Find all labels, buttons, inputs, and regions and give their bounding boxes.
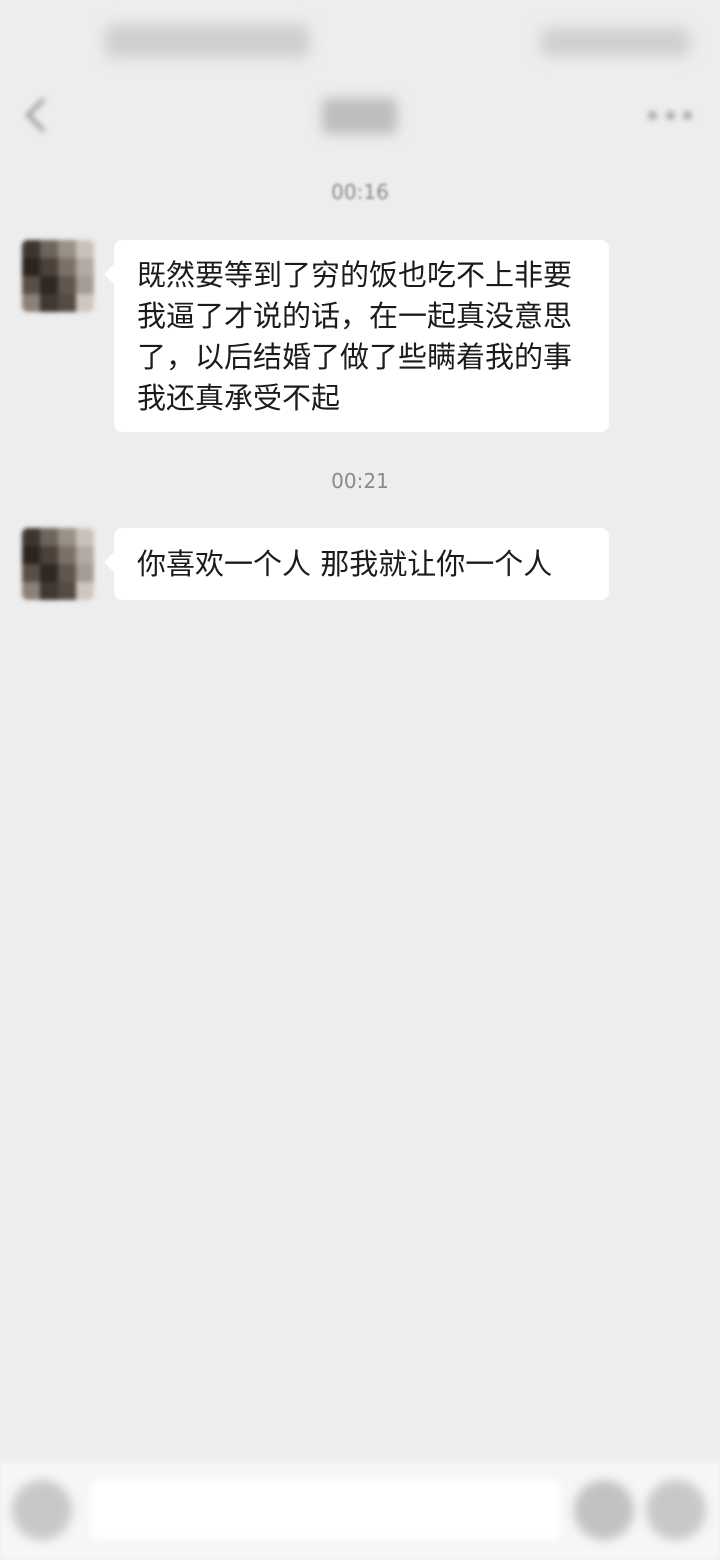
message-timestamp: 00:21	[331, 469, 389, 493]
status-bar-left-blurred	[105, 24, 310, 58]
avatar[interactable]	[22, 528, 94, 600]
voice-icon[interactable]	[12, 1480, 72, 1540]
contact-name	[322, 98, 397, 134]
message-input[interactable]	[90, 1480, 560, 1540]
back-arrow-icon[interactable]	[22, 95, 50, 135]
status-bar-right-blurred	[540, 28, 690, 56]
more-dots-icon[interactable]	[648, 108, 692, 122]
message-bubble[interactable]: 既然要等到了穷的饭也吃不上非要我逼了才说的话，在一起真没意思了，以后结婚了做了些…	[104, 240, 609, 432]
chat-header	[0, 80, 720, 160]
status-bar	[0, 0, 720, 80]
plus-icon[interactable]	[646, 1480, 706, 1540]
emoji-icon[interactable]	[574, 1480, 634, 1540]
avatar[interactable]	[22, 240, 94, 312]
message-bubble[interactable]: 你喜欢一个人 那我就让你一个人	[104, 528, 609, 600]
message-timestamp: 00:16	[331, 180, 389, 204]
